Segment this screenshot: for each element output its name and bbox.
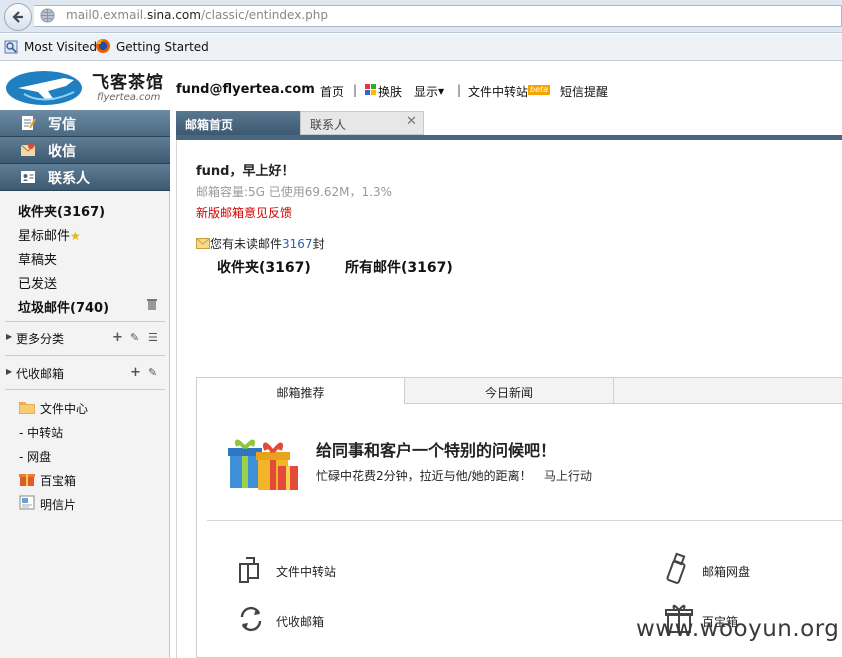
skin-icon: [365, 84, 376, 95]
star-icon: ★: [70, 229, 81, 243]
add-category-icon[interactable]: +: [112, 330, 123, 345]
divider: [5, 321, 165, 322]
treasure-box[interactable]: 百宝箱: [40, 472, 76, 489]
panel-divider: [207, 520, 842, 521]
firefox-icon: [96, 39, 110, 53]
usb-disk-icon: [666, 552, 686, 584]
postcard-icon: [19, 495, 35, 510]
gift-boxes-icon: [228, 439, 298, 490]
nav-skin[interactable]: 换肤: [378, 83, 402, 100]
tool-proxy-mail[interactable]: 代收邮箱: [276, 613, 324, 630]
folder-drafts[interactable]: 草稿夹: [18, 249, 57, 268]
inbox-summary-link[interactable]: 收件夹(3167): [217, 257, 311, 277]
mailbox-quota: 邮箱容量:5G 已使用69.62M，1.3%: [196, 185, 392, 199]
postcard[interactable]: 明信片: [40, 496, 76, 513]
all-mail-link[interactable]: 所有邮件(3167): [345, 257, 453, 277]
tab-mail-home[interactable]: 邮箱首页: [176, 111, 300, 136]
contacts-button[interactable]: 联系人: [0, 164, 170, 191]
expand-arrow-icon[interactable]: ▶: [6, 367, 12, 376]
add-proxy-icon[interactable]: +: [130, 365, 141, 380]
plane-logo-icon: [6, 71, 82, 105]
flyertea-logo[interactable]: 飞客茶馆 flyertea.com: [0, 62, 172, 110]
feedback-link[interactable]: 新版邮箱意见反馈: [196, 204, 292, 221]
folder-spam[interactable]: 垃圾邮件(740): [18, 297, 109, 316]
nav-home[interactable]: 首页: [320, 83, 344, 100]
sidebar: [0, 110, 170, 658]
sync-arrows-icon: [240, 606, 262, 632]
back-arrow-icon: [12, 11, 23, 23]
transfer-station[interactable]: - 中转站: [19, 424, 63, 441]
compose-button[interactable]: 写信: [0, 110, 170, 137]
more-categories[interactable]: 更多分类: [16, 330, 64, 347]
close-tab-icon[interactable]: ✕: [406, 114, 417, 129]
promo-subtitle: 忙碌中花费2分钟，拉近与他/她的距离！: [316, 469, 532, 483]
nav-display[interactable]: 显示▼: [414, 83, 444, 100]
watermark: www.wooyun.org: [636, 616, 840, 642]
promo-action-link[interactable]: 马上行动: [544, 467, 592, 484]
bookmarks-icon: [4, 40, 18, 54]
unread-count-link[interactable]: 3167: [282, 237, 313, 251]
manage-category-icon[interactable]: ☰: [148, 331, 158, 344]
logo-subtext: flyertea.com: [97, 92, 161, 103]
contacts-card-icon: [21, 171, 35, 183]
beta-badge: beta: [528, 85, 551, 95]
trash-icon[interactable]: [147, 298, 157, 310]
compose-icon: [22, 116, 36, 130]
divider: [5, 389, 165, 390]
nav-file-transfer[interactable]: 文件中转站 beta: [468, 83, 551, 100]
tab-mail-recommend[interactable]: 邮箱推荐: [197, 378, 405, 404]
logo-text: 飞客茶馆: [92, 73, 164, 93]
url-text: mail0.exmail.sina.com/classic/entindex.p…: [66, 8, 328, 22]
proxy-mailbox[interactable]: 代收邮箱: [16, 365, 64, 382]
greeting: fund，早上好！: [196, 164, 295, 179]
promo-title: 给同事和客户一个特别的问候吧！: [316, 441, 557, 460]
divider: [5, 355, 165, 356]
receive-button[interactable]: 收信: [0, 137, 170, 164]
nav-separator: |: [353, 83, 358, 97]
folder-icon: [19, 402, 35, 414]
gift-box-icon: [19, 474, 35, 486]
envelope-icon: [196, 238, 210, 249]
nav-sms-alert[interactable]: 短信提醒: [560, 83, 608, 100]
tool-netdisk[interactable]: 邮箱网盘: [702, 563, 750, 580]
account-email: fund@flyertea.com: [176, 82, 315, 97]
nav-separator: |: [457, 83, 462, 97]
back-button[interactable]: [4, 3, 32, 31]
folder-sent[interactable]: 已发送: [18, 273, 57, 292]
edit-category-icon[interactable]: ✎: [130, 331, 139, 344]
edit-proxy-icon[interactable]: ✎: [148, 366, 157, 379]
netdisk[interactable]: - 网盘: [19, 448, 51, 465]
chevron-down-icon: ▼: [438, 87, 445, 96]
folder-starred[interactable]: 星标邮件★: [18, 225, 81, 244]
file-transfer-icon: [239, 557, 259, 583]
inbox-icon: [20, 143, 36, 156]
tab-empty: [614, 378, 842, 404]
expand-arrow-icon[interactable]: ▶: [6, 332, 12, 341]
unread-notice: 您有未读邮件3167封: [196, 235, 325, 252]
file-center[interactable]: 文件中心: [40, 400, 88, 417]
bookmark-getting-started[interactable]: Getting Started: [116, 40, 209, 54]
tab-today-news[interactable]: 今日新闻: [405, 378, 614, 404]
tool-file-transfer[interactable]: 文件中转站: [276, 563, 336, 580]
bookmark-most-visited[interactable]: Most Visited: [24, 40, 97, 54]
folder-inbox[interactable]: 收件夹(3167): [18, 201, 105, 220]
globe-icon: [40, 8, 55, 23]
